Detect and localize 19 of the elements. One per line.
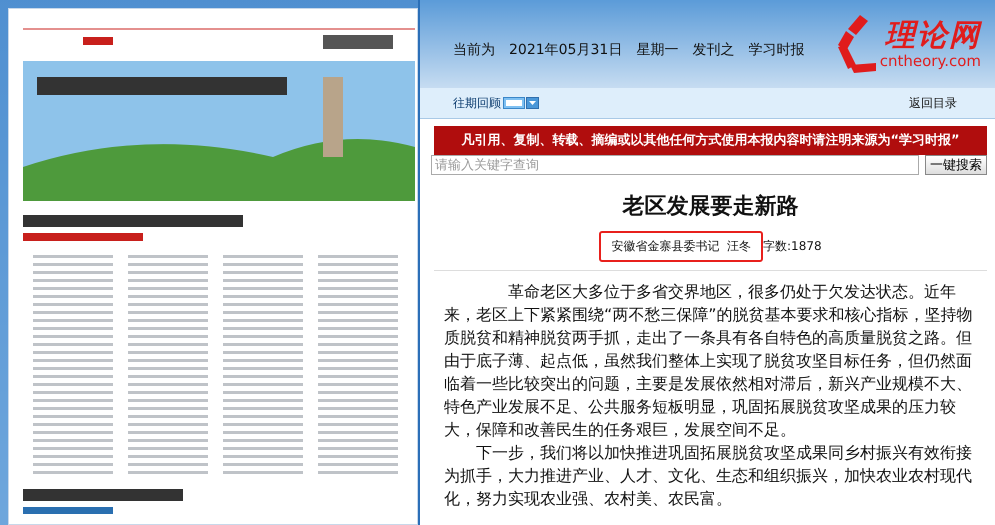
logo-domain: cntheory.com <box>880 53 981 69</box>
date-line-text: 学习时报 <box>748 41 804 59</box>
copyright-notice: 凡引用、复制、转载、摘编或以其他任何方式使用本报内容时请注明来源为“学习时报” <box>434 126 987 155</box>
article-paragraph: 革命老区大多位于多省交界地区，很多仍处于欠发达状态。近年来，老区上下紧紧围绕“两不愁三保障”的脱贫基本要求和核心指标，坚持物质脱贫和精神脱贫两手抓，走出了一条具有各自特色的高质量脱贫之路。但由于底子薄、起点低，虽然我们整体上实现了脱贫攻坚目标任务，但仍然面临着一些比较突出的问题，主要是发展依然相对滞后，新兴产业规模不大、特色产业发展不足、公共服务短板明显，巩固拓展脱贫攻坚成果的压力较大，保障和改善民生的任务艰巨，发展空间不足。 <box>443 281 974 441</box>
search-button[interactable]: 一键搜索 <box>925 155 987 175</box>
byline: 安徽省金寨县委书记 汪冬 <box>599 231 764 262</box>
return-link[interactable]: 返回目录 <box>909 94 957 112</box>
date-line-text: 当前为 <box>453 41 495 59</box>
article-paragraph: 下一步，我们将以加快推进巩固拓展脱贫攻坚成果同乡村振兴有效衔接为抓手，大力推进产业、人才、文化、生态和组织振兴，加快农业农村现代化，努力实现农业强、农村美、农民富。 <box>443 442 973 510</box>
date-line-text: 发刊之 <box>692 41 734 59</box>
date-line-text: 星期一 <box>636 41 678 59</box>
logo-mark-icon <box>836 13 878 75</box>
calendar-icon[interactable] <box>503 96 539 110</box>
logo-name: 理论网 <box>885 19 981 53</box>
search-field[interactable]: 请输入关键字查询 <box>431 155 919 175</box>
archive-link[interactable]: 往期回顾 <box>453 94 501 112</box>
date-line-text: 2021年05月31日 <box>509 41 622 59</box>
article-title: 老区发展要走新路 <box>621 193 800 221</box>
word-count: 字数:1878 <box>763 238 822 255</box>
